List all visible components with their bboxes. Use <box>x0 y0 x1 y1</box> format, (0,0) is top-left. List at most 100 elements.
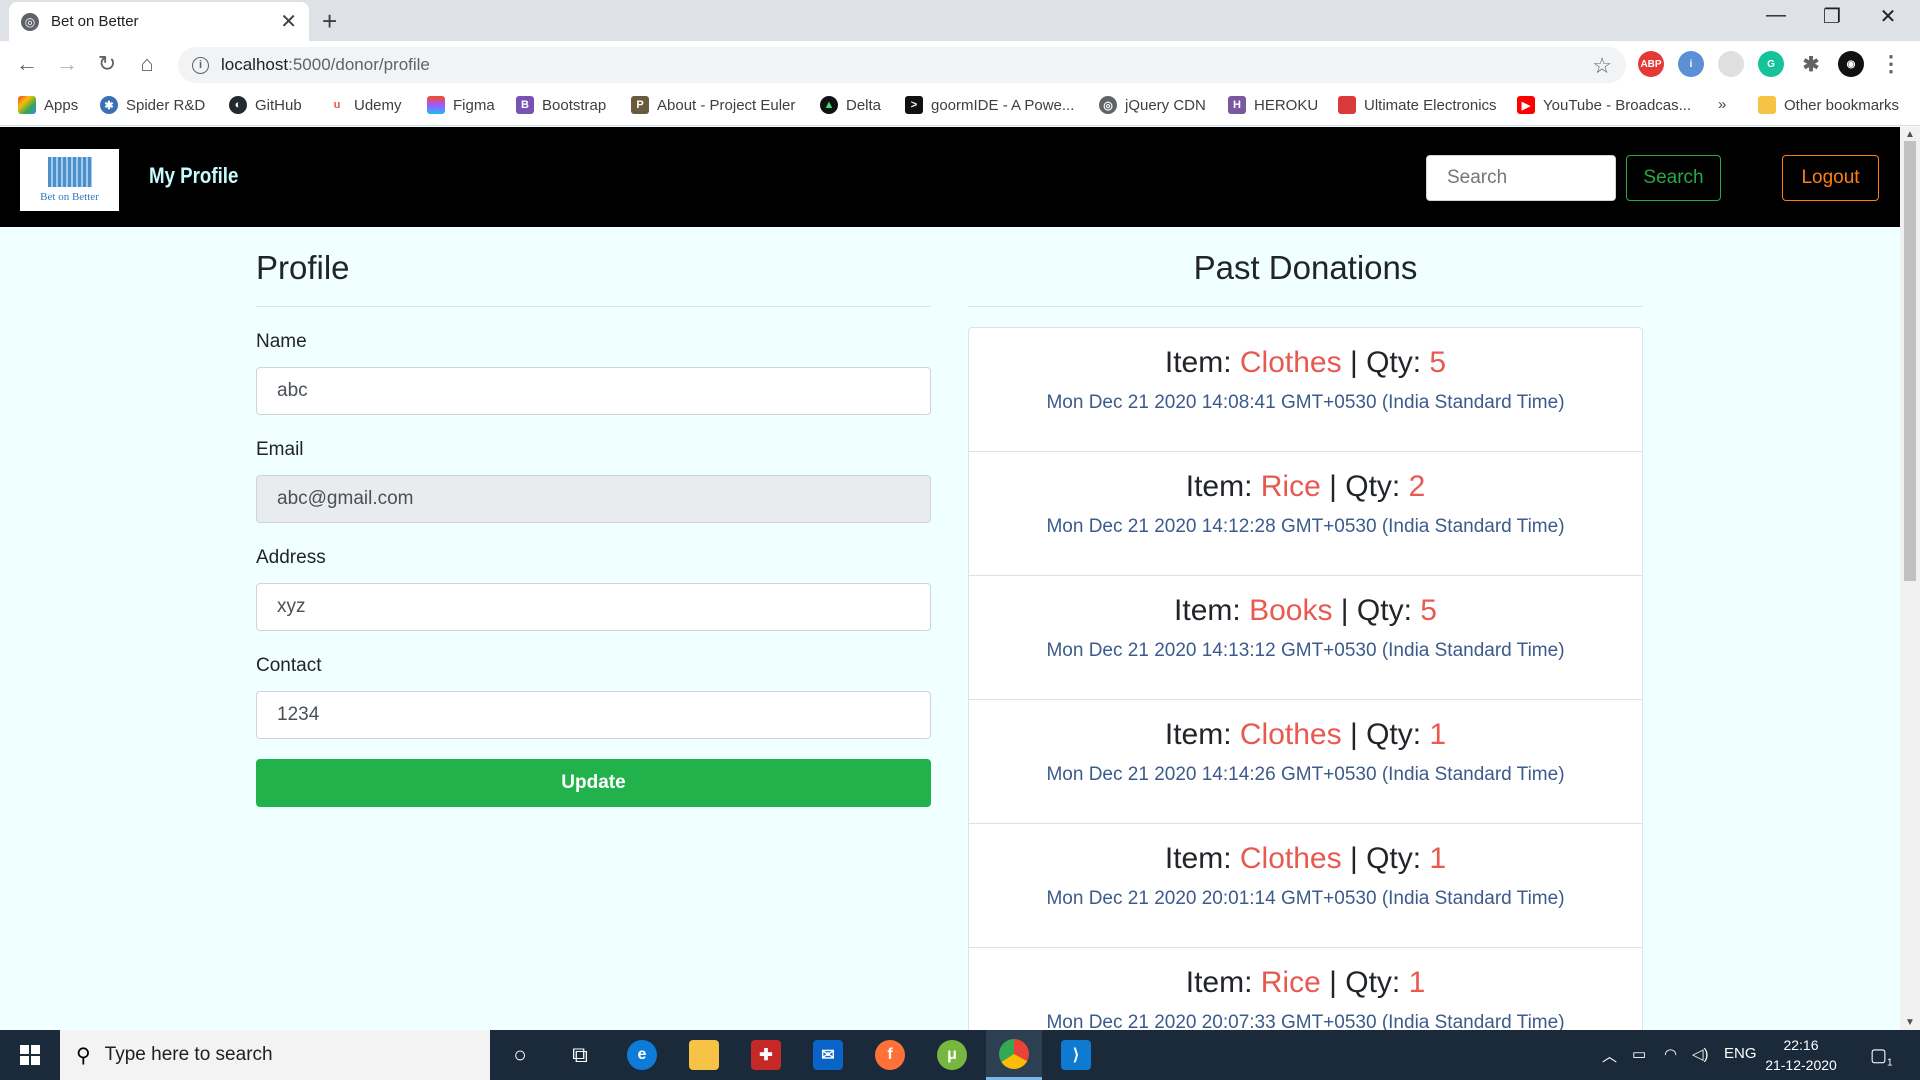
qty-prefix: | Qty: <box>1320 966 1409 999</box>
browser-tab[interactable]: ◎ Bet on Better ✕ <box>9 2 309 41</box>
bookmark-star-icon[interactable]: ☆ <box>1592 53 1612 79</box>
donation-item: Item: Rice | Qty: 2 Mon Dec 21 2020 14:12… <box>969 452 1642 576</box>
delta-icon: ▲ <box>820 96 838 114</box>
donation-date: Mon Dec 21 2020 14:12:28 GMT+0530 (India… <box>1046 516 1565 537</box>
donations-heading: Past Donations <box>968 227 1643 307</box>
cortana-icon[interactable]: ○ <box>492 1030 548 1080</box>
address-field[interactable] <box>256 583 931 631</box>
bookmark-other[interactable]: Other bookmarks <box>1758 96 1899 114</box>
navbar-brand[interactable]: My Profile <box>149 163 238 189</box>
tray-chevron-icon[interactable]: ︿ <box>1602 1045 1617 1066</box>
search-button[interactable]: Search <box>1626 155 1721 201</box>
new-tab-button[interactable]: + <box>322 6 337 37</box>
page-viewport: Bet on Better My Profile Search Logout P… <box>0 127 1900 1030</box>
logout-button[interactable]: Logout <box>1782 155 1879 201</box>
minimize-icon[interactable]: — <box>1748 4 1804 27</box>
volume-icon[interactable]: ◁) <box>1692 1045 1709 1063</box>
bookmark-spider[interactable]: ✱ Spider R&D <box>100 96 205 114</box>
donation-date: Mon Dec 21 2020 20:01:14 GMT+0530 (India… <box>1046 888 1565 909</box>
gift-app[interactable]: ✚ <box>738 1030 794 1080</box>
name-field[interactable] <box>256 367 931 415</box>
firefox-app[interactable]: f <box>862 1030 918 1080</box>
bookmark-bootstrap[interactable]: B Bootstrap <box>516 96 606 114</box>
qty-prefix: | Qty: <box>1332 594 1421 627</box>
bookmark-label: Apps <box>44 96 79 114</box>
close-tab-icon[interactable]: ✕ <box>280 9 297 34</box>
contact-field[interactable] <box>256 691 931 739</box>
bookmark-label: About - Project Euler <box>657 96 796 114</box>
donation-date: Mon Dec 21 2020 14:08:41 GMT+0530 (India… <box>1046 392 1565 413</box>
back-icon[interactable]: ← <box>12 51 42 77</box>
menu-kebab-icon[interactable]: ⋮ <box>1878 51 1904 77</box>
project-euler-icon: P <box>631 96 649 114</box>
file-explorer-app[interactable] <box>676 1030 732 1080</box>
more-bookmarks-icon[interactable]: » <box>1718 96 1726 113</box>
start-button[interactable] <box>0 1030 60 1080</box>
window-close-icon[interactable]: ✕ <box>1860 4 1916 29</box>
search-input[interactable] <box>1426 155 1616 201</box>
scrollbar-thumb[interactable] <box>1904 141 1916 581</box>
language-indicator[interactable]: ENG <box>1724 1045 1757 1062</box>
item-prefix: Item: <box>1164 842 1240 875</box>
extension-icon[interactable]: i <box>1678 51 1704 77</box>
bookmark-heroku[interactable]: H HEROKU <box>1228 96 1318 114</box>
donation-item-line: Item: Clothes | Qty: 5 <box>969 346 1642 380</box>
profile-avatar[interactable]: ◉ <box>1838 51 1864 77</box>
info-icon[interactable]: i <box>192 56 209 74</box>
bookmark-label: jQuery CDN <box>1125 96 1206 114</box>
donation-date: Mon Dec 21 2020 20:07:33 GMT+0530 (India… <box>1046 1012 1565 1030</box>
donation-date: Mon Dec 21 2020 14:13:12 GMT+0530 (India… <box>1046 640 1565 661</box>
grammarly-icon[interactable]: G <box>1758 51 1784 77</box>
taskbar-clock[interactable]: 22:16 21-12-2020 <box>1756 1035 1846 1075</box>
apps-grid-icon <box>18 96 36 114</box>
utorrent-app[interactable]: μ <box>924 1030 980 1080</box>
bookmark-figma[interactable]: Figma <box>427 96 495 114</box>
bookmark-delta[interactable]: ▲ Delta <box>820 96 881 114</box>
donation-item-line: Item: Rice | Qty: 2 <box>969 470 1642 504</box>
donation-item: Item: Books | Qty: 5 Mon Dec 21 2020 14:1… <box>969 576 1642 700</box>
site-logo[interactable]: Bet on Better <box>20 149 119 211</box>
github-icon: ◐ <box>229 96 247 114</box>
mail-app[interactable]: ✉ <box>800 1030 856 1080</box>
bookmark-ultimate[interactable]: Ultimate Electronics <box>1338 96 1497 114</box>
wifi-icon[interactable]: ◠ <box>1664 1045 1677 1063</box>
bookmark-label: goormIDE - A Powe... <box>931 96 1075 114</box>
bookmark-github[interactable]: ◐ GitHub <box>229 96 302 114</box>
restore-icon[interactable]: ❐ <box>1804 4 1860 29</box>
taskbar-search[interactable]: ⚲ Type here to search <box>60 1030 490 1080</box>
bookmark-euler[interactable]: P About - Project Euler <box>631 96 795 114</box>
edge-app[interactable]: e <box>614 1030 670 1080</box>
chrome-app[interactable] <box>986 1030 1042 1080</box>
home-icon[interactable]: ⌂ <box>132 51 162 77</box>
scroll-up-icon[interactable]: ▲ <box>1905 129 1915 140</box>
windows-logo-icon <box>20 1045 40 1065</box>
task-view-icon[interactable]: ⧉ <box>552 1030 608 1080</box>
bookmark-goorm[interactable]: > goormIDE - A Powe... <box>905 96 1074 114</box>
vscode-app[interactable]: ⟩ <box>1048 1030 1104 1080</box>
bookmark-label: YouTube - Broadcas... <box>1543 96 1692 114</box>
email-field <box>256 475 931 523</box>
terminal-icon: > <box>905 96 923 114</box>
item-name: Books <box>1249 594 1333 627</box>
adblock-icon[interactable]: ABP <box>1638 51 1664 77</box>
item-name: Clothes <box>1239 346 1342 379</box>
bookmark-jquery[interactable]: ◎ jQuery CDN <box>1099 96 1206 114</box>
reload-icon[interactable]: ↻ <box>92 51 122 77</box>
bookmark-udemy[interactable]: u Udemy <box>328 96 402 114</box>
bookmark-apps[interactable]: Apps <box>18 96 78 114</box>
extension-placeholder-icon[interactable] <box>1718 51 1744 77</box>
battery-icon[interactable]: ▭ <box>1632 1045 1646 1063</box>
forward-icon[interactable]: → <box>52 51 82 77</box>
item-prefix: Item: <box>1174 594 1250 627</box>
page-scrollbar[interactable]: ▲ ▼ <box>1900 127 1920 1030</box>
donation-item: Item: Clothes | Qty: 1 Mon Dec 21 2020 20… <box>969 824 1642 948</box>
url-path: :5000/donor/profile <box>288 55 430 74</box>
bookmark-youtube[interactable]: ▶ YouTube - Broadcas... <box>1517 96 1691 114</box>
edge-icon: e <box>627 1040 657 1070</box>
figma-icon <box>427 96 445 114</box>
notification-icon[interactable]: ▢1 <box>1870 1045 1893 1069</box>
update-button[interactable]: Update <box>256 759 931 807</box>
scroll-down-icon[interactable]: ▼ <box>1905 1017 1915 1028</box>
address-bar[interactable]: i localhost:5000/donor/profile ☆ <box>178 47 1626 83</box>
extensions-puzzle-icon[interactable]: ✱ <box>1798 51 1824 77</box>
